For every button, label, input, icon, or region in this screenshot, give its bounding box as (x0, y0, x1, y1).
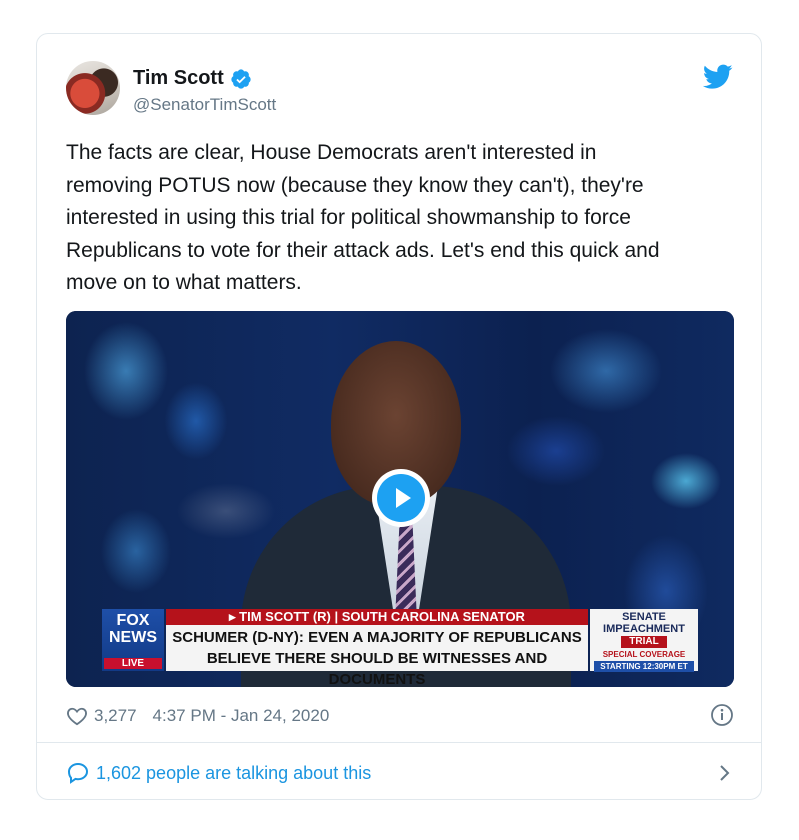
conversation-count[interactable]: 1,602 people are talking about this (96, 763, 371, 784)
avatar[interactable] (66, 61, 120, 115)
speech-bubble-icon (67, 762, 89, 784)
like-count[interactable]: 3,277 (94, 706, 137, 726)
tweet-line: interested in using this trial for polit… (66, 206, 631, 229)
network-line2: NEWS (109, 629, 157, 646)
author-name-row[interactable]: Tim Scott (133, 67, 252, 90)
conversation-link[interactable]: 1,602 people are talking about this (66, 760, 734, 786)
news-lower-third: FOX NEWS LIVE ▸ TIM SCOTT (R) | SOUTH CA… (102, 609, 698, 687)
heart-icon[interactable] (66, 706, 88, 726)
tweet-card: Tim Scott @SenatorTimScott The facts are… (36, 33, 762, 800)
headline: SCHUMER (D-NY): EVEN A MAJORITY OF REPUB… (166, 625, 588, 687)
play-icon (377, 474, 425, 522)
tweet-line: removing POTUS now (because they know th… (66, 173, 644, 197)
author-name[interactable]: Tim Scott (133, 67, 224, 90)
verified-badge-icon (231, 68, 251, 89)
live-badge: LIVE (104, 658, 162, 669)
twitter-bird-icon[interactable] (703, 64, 733, 90)
name-bar: ▸ TIM SCOTT (R) | SOUTH CAROLINA SENATOR (166, 609, 588, 625)
network-line1: FOX (116, 612, 150, 629)
info-icon[interactable] (710, 703, 734, 727)
tweet-line: The facts are clear, House Democrats are… (66, 141, 597, 164)
impeachment-panel: SENATE IMPEACHMENT TRIAL SPECIAL COVERAG… (590, 609, 698, 672)
headline-line1: SCHUMER (D-NY): EVEN A MAJORITY OF REPUB… (172, 629, 582, 646)
chevron-right-icon[interactable] (714, 762, 734, 784)
tweet-line: move on to what matters. (66, 271, 302, 294)
author-handle[interactable]: @SenatorTimScott (133, 95, 276, 115)
divider (37, 742, 761, 743)
play-button[interactable] (372, 469, 430, 527)
tweet-text: The facts are clear, House Democrats are… (66, 137, 736, 300)
network-logo: FOX NEWS LIVE (102, 609, 164, 671)
side-line1: SENATE (622, 611, 666, 623)
side-line2: IMPEACHMENT (603, 623, 685, 635)
tweet-line: Republicans to vote for their attack ads… (66, 238, 660, 262)
trial-badge: TRIAL (621, 636, 667, 648)
tweet-meta: 3,277 4:37 PM - Jan 24, 2020 (66, 703, 734, 729)
timestamp[interactable]: 4:37 PM - Jan 24, 2020 (153, 706, 330, 726)
start-time: STARTING 12:30PM ET (594, 661, 694, 672)
special-coverage: SPECIAL COVERAGE (602, 650, 686, 659)
video-player[interactable]: FOX NEWS LIVE ▸ TIM SCOTT (R) | SOUTH CA… (66, 311, 734, 687)
